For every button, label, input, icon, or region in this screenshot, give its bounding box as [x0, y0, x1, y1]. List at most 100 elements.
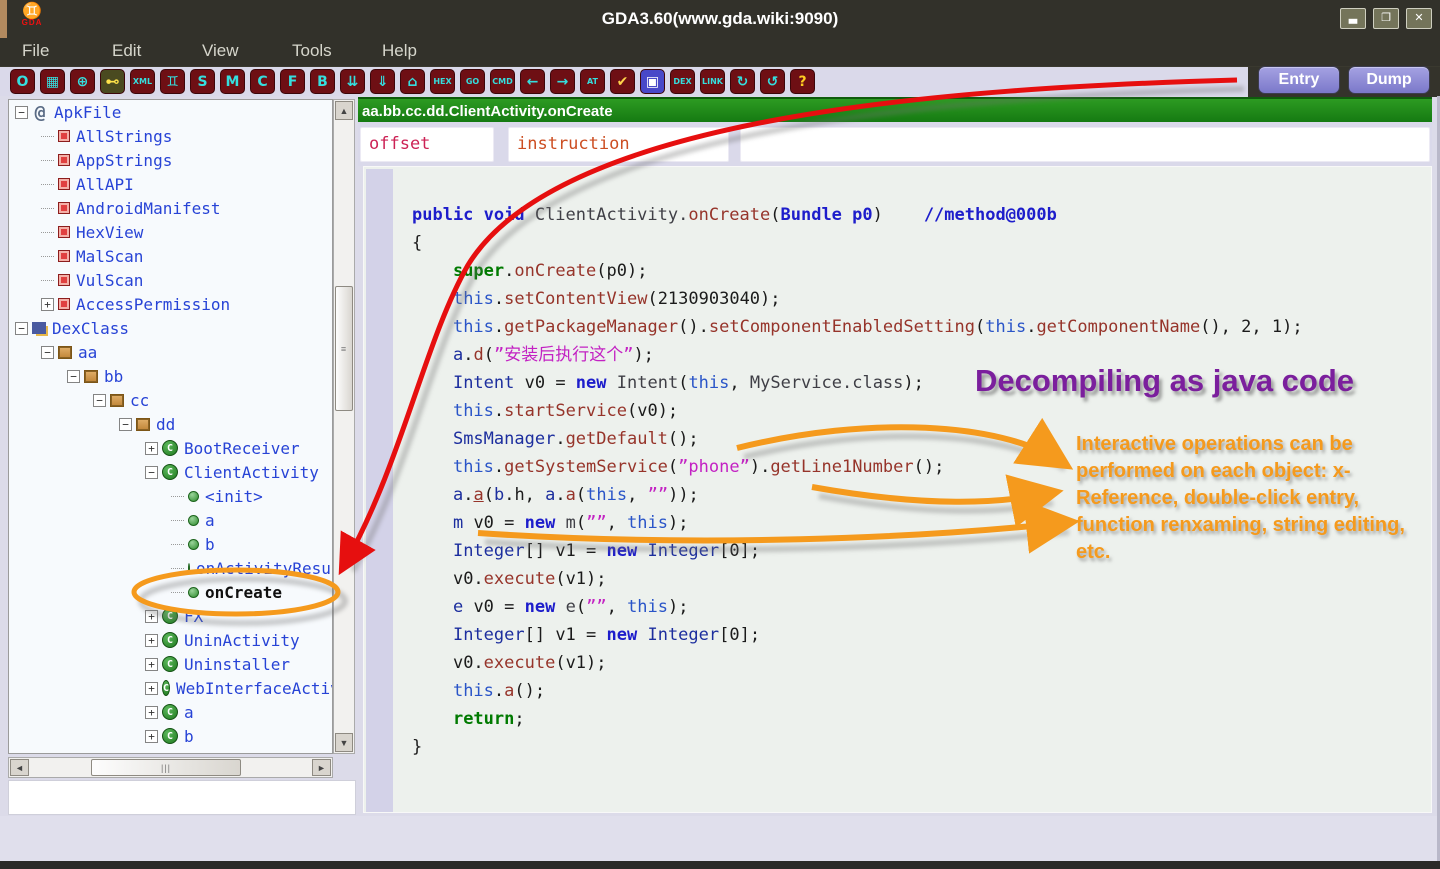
code-line[interactable]: SmsManager.getDefault();: [412, 425, 1303, 453]
code-line[interactable]: }: [412, 733, 1303, 761]
code-line[interactable]: Intent v0 = new Intent(this, MyService.c…: [412, 369, 1303, 397]
android-icon[interactable]: ♊: [160, 69, 185, 94]
method-icon[interactable]: M: [220, 69, 245, 94]
entry-button[interactable]: Entry: [1258, 66, 1340, 94]
bank-icon[interactable]: ⌂: [400, 69, 425, 94]
menu-view[interactable]: View: [202, 38, 292, 66]
code-line[interactable]: this.getSystemService(”phone”).getLine1N…: [412, 453, 1303, 481]
expand-icon[interactable]: +: [145, 610, 158, 623]
code-line[interactable]: this.getPackageManager().setComponentEna…: [412, 313, 1303, 341]
at-icon[interactable]: AT: [580, 69, 605, 94]
expand-icon[interactable]: +: [145, 442, 158, 455]
check-icon[interactable]: ✔: [610, 69, 635, 94]
collapse-icon[interactable]: −: [41, 346, 54, 359]
tree-node-a[interactable]: a: [9, 508, 332, 532]
tree-node-allstrings[interactable]: AllStrings: [9, 124, 332, 148]
code-line[interactable]: public void ClientActivity.onCreate(Bund…: [412, 201, 1303, 229]
expand-icon[interactable]: +: [145, 682, 158, 695]
tree-node-uninstaller[interactable]: +CUninstaller: [9, 652, 332, 676]
tree-node-init[interactable]: <init>: [9, 484, 332, 508]
code-line[interactable]: this.setContentView(2130903040);: [412, 285, 1303, 313]
tree-node-appstrings[interactable]: AppStrings: [9, 148, 332, 172]
cmd-icon[interactable]: CMD: [490, 69, 515, 94]
menu-help[interactable]: Help: [382, 38, 472, 66]
link-icon[interactable]: LINK: [700, 69, 725, 94]
tree-node-cc[interactable]: −cc: [9, 388, 332, 412]
dialog-icon[interactable]: ▣: [640, 69, 665, 94]
minimize-button[interactable]: ▃: [1340, 8, 1366, 29]
key-icon[interactable]: ⊷: [100, 69, 125, 94]
down-arrow-icon[interactable]: ⇓: [370, 69, 395, 94]
menu-edit[interactable]: Edit: [112, 38, 202, 66]
expand-icon[interactable]: +: [145, 706, 158, 719]
expand-icon[interactable]: +: [145, 634, 158, 647]
tree-node-fx[interactable]: +CFX: [9, 604, 332, 628]
tree-node-accesspermission[interactable]: +AccessPermission: [9, 292, 332, 316]
tree-node-webinterfaceactivity[interactable]: +CWebInterfaceActivity: [9, 676, 332, 700]
code-line[interactable]: this.a();: [412, 677, 1303, 705]
save-icon[interactable]: ▦: [40, 69, 65, 94]
strings-icon[interactable]: S: [190, 69, 215, 94]
tree-node-apkfile[interactable]: −@ApkFile: [9, 100, 332, 124]
code-line[interactable]: Integer[] v1 = new Integer[0];: [412, 621, 1303, 649]
tree-node-dd[interactable]: −dd: [9, 412, 332, 436]
tree-node-b[interactable]: b: [9, 532, 332, 556]
tree-node-malscan[interactable]: MalScan: [9, 244, 332, 268]
tree-node-dexclass[interactable]: −DexClass: [9, 316, 332, 340]
code-line[interactable]: this.startService(v0);: [412, 397, 1303, 425]
expand-icon[interactable]: +: [145, 658, 158, 671]
code-line[interactable]: super.onCreate(p0);: [412, 257, 1303, 285]
scroll-down-icon[interactable]: ▼: [335, 733, 353, 752]
tree-node-b[interactable]: +Cb: [9, 724, 332, 748]
code-line[interactable]: v0.execute(v1);: [412, 565, 1303, 593]
scroll-up-icon[interactable]: ▲: [335, 101, 353, 120]
help-icon[interactable]: ?: [790, 69, 815, 94]
tree-node-vulscan[interactable]: VulScan: [9, 268, 332, 292]
instruction-column-header[interactable]: instruction: [508, 127, 729, 162]
collapse-icon[interactable]: −: [119, 418, 132, 431]
collapse-icon[interactable]: −: [67, 370, 80, 383]
decompiled-code-area[interactable]: public void ClientActivity.onCreate(Bund…: [363, 166, 1432, 813]
undo-icon[interactable]: ↺: [760, 69, 785, 94]
collapse-icon[interactable]: −: [145, 466, 158, 479]
tree-vscroll-thumb[interactable]: ≡: [335, 286, 353, 411]
close-button[interactable]: ✕: [1406, 8, 1432, 29]
go-icon[interactable]: GO: [460, 69, 485, 94]
tree-hscroll-thumb[interactable]: |||: [91, 759, 241, 776]
menu-tools[interactable]: Tools: [292, 38, 382, 66]
tree-node-onactivityresult[interactable]: onActivityResult: [9, 556, 332, 580]
field-icon[interactable]: F: [280, 69, 305, 94]
tree-node-clientactivity[interactable]: −CClientActivity: [9, 460, 332, 484]
back-arrow-icon[interactable]: ←: [520, 69, 545, 94]
bytecode-icon[interactable]: B: [310, 69, 335, 94]
code-line[interactable]: v0.execute(v1);: [412, 649, 1303, 677]
tree-node-bb[interactable]: −bb: [9, 364, 332, 388]
tree-node-a[interactable]: +Ca: [9, 700, 332, 724]
tree-horizontal-scrollbar[interactable]: ◄ ||| ►: [8, 757, 333, 778]
tree-node-uninactivity[interactable]: +CUninActivity: [9, 628, 332, 652]
code-line[interactable]: m v0 = new m(””, this);: [412, 509, 1303, 537]
dump-button[interactable]: Dump: [1348, 66, 1430, 94]
tree-node-bootreceiver[interactable]: +CBootReceiver: [9, 436, 332, 460]
menu-file[interactable]: File: [22, 38, 112, 66]
expand-icon[interactable]: +: [41, 298, 54, 311]
collapse-icon[interactable]: −: [15, 322, 28, 335]
tree-node-androidmanifest[interactable]: AndroidManifest: [9, 196, 332, 220]
code-line[interactable]: a.a(b.h, a.a(this, ””));: [412, 481, 1303, 509]
tree-node-oncreate[interactable]: onCreate: [9, 580, 332, 604]
scroll-right-icon[interactable]: ►: [312, 759, 331, 776]
tree-node-hexview[interactable]: HexView: [9, 220, 332, 244]
collapse-icon[interactable]: −: [15, 106, 28, 119]
tree-node-allapi[interactable]: AllAPI: [9, 172, 332, 196]
code-line[interactable]: return;: [412, 705, 1303, 733]
scroll-left-icon[interactable]: ◄: [10, 759, 29, 776]
maximize-button[interactable]: ❐: [1373, 8, 1399, 29]
open-file-icon[interactable]: O: [10, 69, 35, 94]
code-line[interactable]: Integer[] v1 = new Integer[0];: [412, 537, 1303, 565]
empty-column-header[interactable]: [740, 127, 1430, 162]
expand-icon[interactable]: +: [145, 730, 158, 743]
tree-node-aa[interactable]: −aa: [9, 340, 332, 364]
class-icon[interactable]: C: [250, 69, 275, 94]
code-line[interactable]: a.d(”安装后执行这个”);: [412, 341, 1303, 369]
tree-vertical-scrollbar[interactable]: ▲ ≡ ▼: [333, 99, 355, 754]
